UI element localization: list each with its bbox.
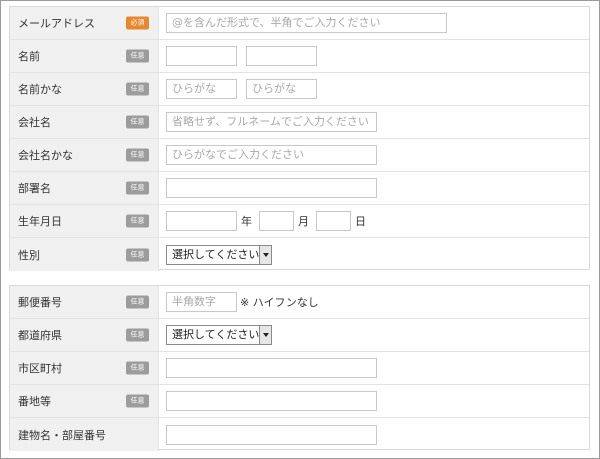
birth-month-field[interactable] bbox=[259, 211, 294, 231]
birth-year-field[interactable] bbox=[166, 211, 237, 231]
city-field[interactable] bbox=[166, 358, 377, 378]
chevron-down-icon bbox=[259, 326, 271, 344]
row-postal-code: 郵便番号 任意 半角数字 ※ ハイフンなし bbox=[10, 286, 589, 319]
row-prefecture: 都道府県 任意 選択してください bbox=[10, 319, 589, 352]
optional-badge: 任意 bbox=[126, 49, 149, 63]
optional-badge: 任意 bbox=[126, 394, 149, 408]
optional-badge: 任意 bbox=[126, 248, 149, 261]
row-name: 名前 任意 bbox=[10, 40, 589, 73]
optional-badge: 任意 bbox=[126, 295, 149, 309]
label-cell: メールアドレス 必須 bbox=[10, 7, 159, 39]
label-cell: 生年月日 任意 bbox=[10, 205, 159, 237]
company-label: 会社名 bbox=[18, 116, 51, 129]
row-company-kana: 会社名かな 任意 ひらがなでご入力ください bbox=[10, 139, 589, 172]
optional-badge: 任意 bbox=[126, 181, 149, 195]
birth-day-field[interactable] bbox=[316, 211, 351, 231]
city-label: 市区町村 bbox=[18, 362, 62, 375]
row-email: メールアドレス 必須 @を含んだ形式で、半角でご入力ください bbox=[10, 7, 589, 40]
optional-badge: 任意 bbox=[126, 82, 149, 96]
address-section: 郵便番号 任意 半角数字 ※ ハイフンなし 都道府県 任意 選択してください 市… bbox=[9, 285, 590, 451]
row-company: 会社名 任意 省略せず、フルネームでご入力ください bbox=[10, 106, 589, 139]
company-kana-label: 会社名かな bbox=[18, 149, 73, 162]
label-cell: 会社名かな 任意 bbox=[10, 139, 159, 171]
email-label: メールアドレス bbox=[18, 17, 95, 30]
company-kana-field[interactable]: ひらがなでご入力ください bbox=[166, 145, 377, 165]
row-city: 市区町村 任意 bbox=[10, 352, 589, 385]
month-unit: 月 bbox=[298, 215, 309, 228]
first-name-field[interactable] bbox=[246, 46, 317, 66]
label-cell: 建物名・部屋番号 bbox=[10, 418, 159, 451]
postal-code-field[interactable]: 半角数字 bbox=[166, 292, 237, 312]
optional-badge: 任意 bbox=[126, 214, 149, 228]
prefecture-select-value: 選択してください bbox=[172, 328, 260, 341]
label-cell: 名前 任意 bbox=[10, 40, 159, 72]
department-field[interactable] bbox=[166, 178, 377, 198]
year-unit: 年 bbox=[241, 215, 252, 228]
company-field[interactable]: 省略せず、フルネームでご入力ください bbox=[166, 112, 377, 132]
label-cell: 番地等 任意 bbox=[10, 385, 159, 417]
postal-code-note: ※ ハイフンなし bbox=[240, 296, 319, 309]
first-name-kana-field[interactable]: ひらがな bbox=[246, 79, 317, 99]
street-address-label: 番地等 bbox=[18, 395, 51, 408]
last-name-kana-field[interactable]: ひらがな bbox=[166, 79, 237, 99]
row-birthdate: 生年月日 任意 年 月 日 bbox=[10, 205, 589, 238]
required-badge: 必須 bbox=[126, 16, 149, 30]
optional-badge: 任意 bbox=[126, 328, 149, 342]
day-unit: 日 bbox=[355, 215, 366, 228]
label-cell: 都道府県 任意 bbox=[10, 319, 159, 351]
department-label: 部署名 bbox=[18, 182, 51, 195]
row-name-kana: 名前かな 任意 ひらがな ひらがな bbox=[10, 73, 589, 106]
optional-badge: 任意 bbox=[126, 148, 149, 162]
optional-badge: 任意 bbox=[126, 115, 149, 129]
row-department: 部署名 任意 bbox=[10, 172, 589, 205]
prefecture-label: 都道府県 bbox=[18, 329, 62, 342]
building-label: 建物名・部屋番号 bbox=[18, 428, 106, 442]
chevron-down-icon bbox=[259, 245, 271, 264]
label-cell: 性別 任意 bbox=[10, 238, 159, 271]
name-label: 名前 bbox=[18, 50, 40, 63]
birthdate-label: 生年月日 bbox=[18, 215, 62, 228]
gender-select-value: 選択してください bbox=[172, 247, 260, 261]
label-cell: 名前かな 任意 bbox=[10, 73, 159, 105]
label-cell: 部署名 任意 bbox=[10, 172, 159, 204]
row-building: 建物名・部屋番号 bbox=[10, 418, 589, 451]
row-street-address: 番地等 任意 bbox=[10, 385, 589, 418]
gender-label: 性別 bbox=[18, 248, 40, 262]
building-field[interactable] bbox=[166, 424, 377, 445]
email-field[interactable]: @を含んだ形式で、半角でご入力ください bbox=[166, 13, 447, 33]
label-cell: 会社名 任意 bbox=[10, 106, 159, 138]
gender-select[interactable]: 選択してください bbox=[166, 244, 272, 265]
prefecture-select[interactable]: 選択してください bbox=[166, 325, 272, 345]
street-address-field[interactable] bbox=[166, 391, 377, 411]
label-cell: 市区町村 任意 bbox=[10, 352, 159, 384]
row-gender: 性別 任意 選択してください bbox=[10, 238, 589, 271]
name-kana-label: 名前かな bbox=[18, 83, 62, 96]
last-name-field[interactable] bbox=[166, 46, 237, 66]
personal-info-section: メールアドレス 必須 @を含んだ形式で、半角でご入力ください 名前 任意 名前か… bbox=[9, 6, 590, 271]
label-cell: 郵便番号 任意 bbox=[10, 286, 159, 318]
optional-badge: 任意 bbox=[126, 361, 149, 375]
postal-code-label: 郵便番号 bbox=[18, 296, 62, 309]
